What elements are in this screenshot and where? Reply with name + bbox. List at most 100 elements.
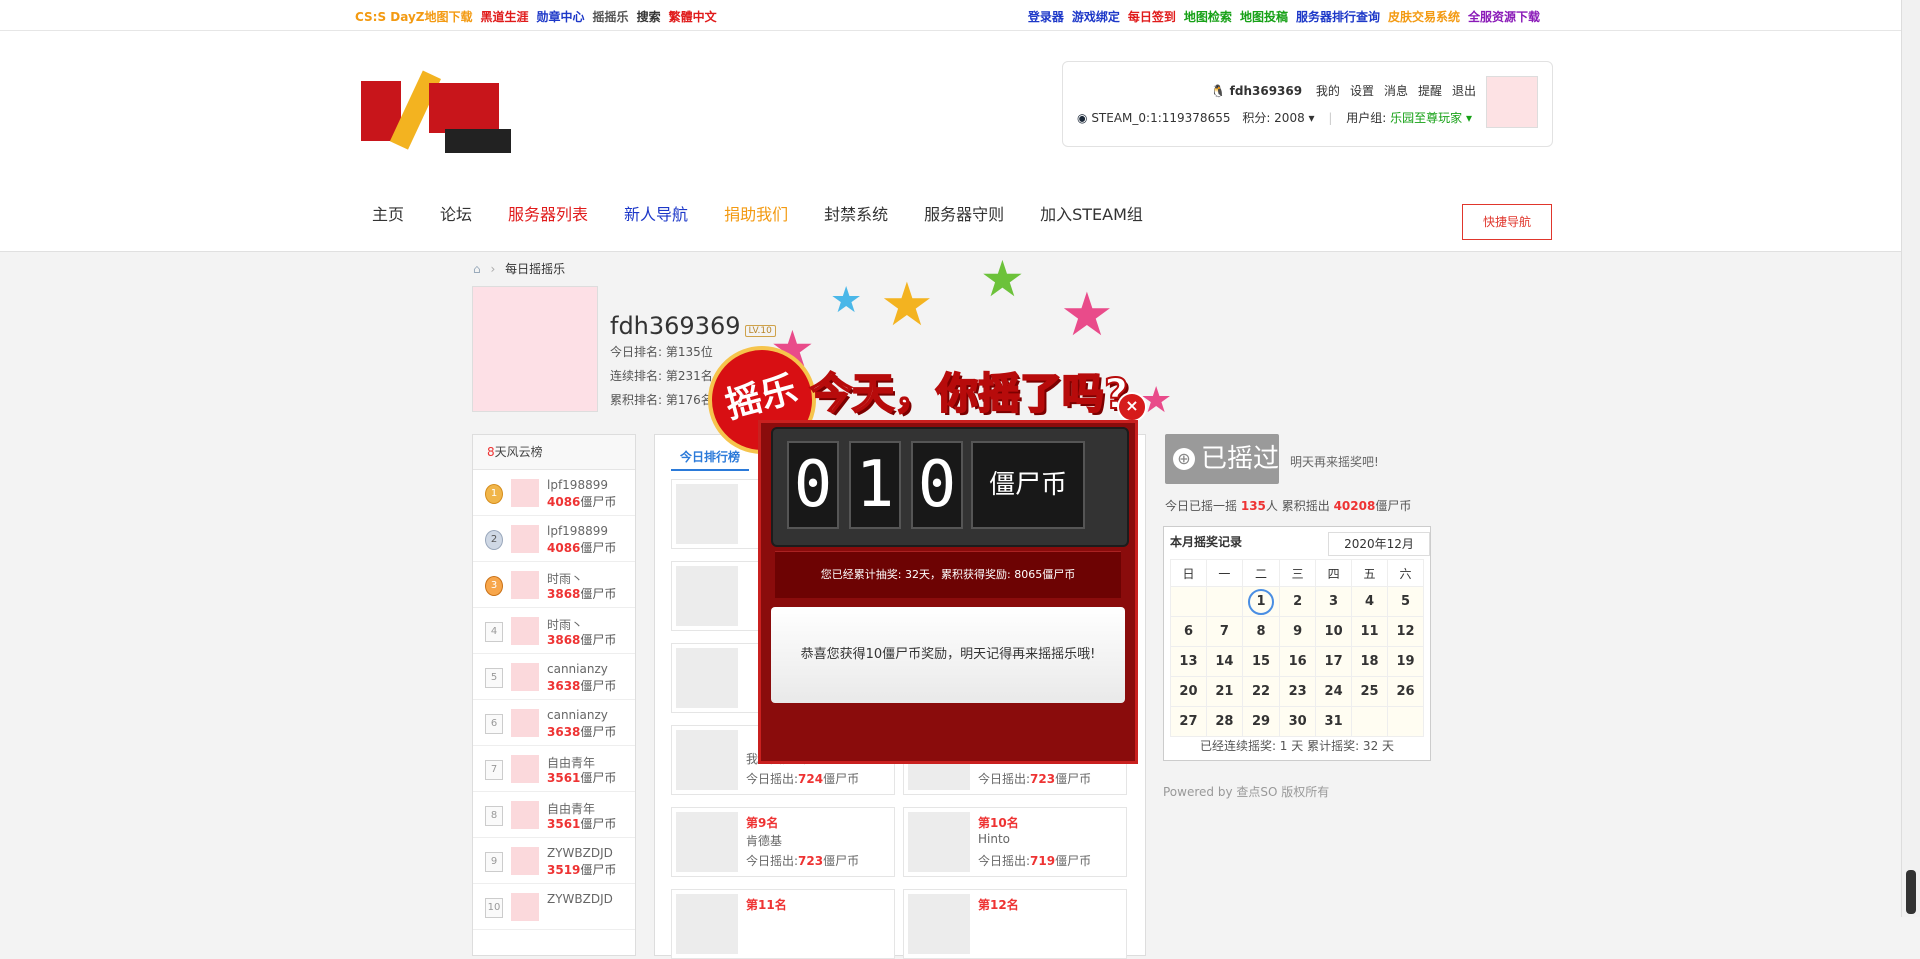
list-item[interactable]: 8 自由青年 3561僵尸币: [473, 792, 635, 838]
rank-value: 3561僵尸币: [547, 817, 617, 831]
ranking-title: 8天风云榜: [473, 435, 635, 470]
calendar-day: 10: [1315, 616, 1353, 647]
avatar: [511, 479, 539, 507]
today-marker: 1: [1248, 588, 1275, 615]
top-link[interactable]: 繁體中文: [669, 10, 717, 24]
top-link[interactable]: 搜索: [637, 10, 661, 24]
nav-item[interactable]: 捐助我们: [724, 201, 788, 225]
nav-item[interactable]: 论坛: [440, 201, 472, 225]
rank-name[interactable]: lpf198899: [547, 478, 608, 492]
top-link[interactable]: 每日签到: [1128, 10, 1176, 24]
calendar-day: 11: [1351, 616, 1388, 647]
rank-name[interactable]: ZYWBZDJD: [547, 892, 613, 906]
card-value: 今日摇出:719僵尸币: [978, 854, 1092, 868]
list-item[interactable]: 4 时雨丶 3868僵尸币: [473, 608, 635, 654]
rank-name[interactable]: ZYWBZDJD: [547, 846, 613, 860]
star-decor-icon: ★: [1060, 280, 1114, 350]
username-link[interactable]: fdh369369: [1230, 84, 1302, 98]
user-menu-row: 🐧 fdh369369 我的 设置 消息 提醒 退出: [1211, 82, 1476, 99]
user-menu-item[interactable]: 退出: [1452, 84, 1476, 98]
site-logo[interactable]: [355, 61, 515, 156]
list-item[interactable]: 5 cannianzy 3638僵尸币: [473, 654, 635, 700]
user-menu-item[interactable]: 我的: [1316, 84, 1340, 98]
top-link[interactable]: 摇摇乐: [593, 10, 629, 24]
lottery-summary: 您已经累计抽奖: 32天，累积获得奖励: 8065僵尸币: [775, 551, 1121, 598]
list-item[interactable]: 10 ZYWBZDJD: [473, 884, 635, 930]
nav-item[interactable]: 服务器列表: [508, 201, 588, 225]
rank-card[interactable]: 第12名: [903, 889, 1127, 959]
rank-badge: 3: [485, 576, 503, 596]
card-name[interactable]: 肯德基: [746, 832, 782, 849]
list-item[interactable]: 3 时雨丶 3868僵尸币: [473, 562, 635, 608]
nav-item[interactable]: 主页: [372, 201, 404, 225]
list-item[interactable]: 2 lpf198899 4086僵尸币: [473, 516, 635, 562]
rank-card[interactable]: 第11名: [671, 889, 895, 959]
scrollbar-thumb[interactable]: [1906, 870, 1916, 914]
rank-name[interactable]: cannianzy: [547, 662, 608, 676]
avatar: [511, 663, 539, 691]
calendar-day: 1: [1241, 586, 1281, 617]
rank-value: 3561僵尸币: [547, 771, 617, 785]
list-item[interactable]: 9 ZYWBZDJD 3519僵尸币: [473, 838, 635, 884]
rank-value: 3868僵尸币: [547, 633, 617, 647]
card-value: 今日摇出:723僵尸币: [978, 772, 1092, 786]
top-link[interactable]: 地图投稿: [1240, 10, 1288, 24]
avatar: [511, 571, 539, 599]
calendar-day: 21: [1205, 676, 1243, 707]
rank-card[interactable]: 第10名 Hinto 今日摇出:719僵尸币: [903, 807, 1127, 877]
rank-name[interactable]: cannianzy: [547, 708, 608, 722]
calendar-day: 31: [1315, 706, 1353, 737]
top-link[interactable]: 皮肤交易系统: [1388, 10, 1460, 24]
calendar-day: 9: [1279, 616, 1317, 647]
card-rank: 第10名: [978, 816, 1019, 830]
top-link[interactable]: 黑道生涯: [481, 10, 529, 24]
card-value: 今日摇出:723僵尸币: [746, 854, 860, 868]
user-menu: 我的 设置 消息 提醒 退出: [1306, 84, 1476, 98]
list-item[interactable]: 7 自由青年 3561僵尸币: [473, 746, 635, 792]
points-dropdown[interactable]: 积分: 2008 ▾: [1242, 111, 1314, 125]
come-back-tip: 明天再来摇奖吧!: [1290, 455, 1379, 469]
group-label: 用户组:: [1346, 111, 1387, 125]
top-link[interactable]: 服务器排行查询: [1296, 10, 1380, 24]
avatar: [511, 755, 539, 783]
rank-badge: 2: [485, 530, 503, 550]
user-info-row: ◉ STEAM_0:1:119378655 积分: 2008 ▾ | 用户组: …: [1077, 111, 1472, 125]
rank-badge: 7: [485, 760, 503, 780]
user-menu-item[interactable]: 提醒: [1418, 84, 1442, 98]
nav-item[interactable]: 加入STEAM组: [1040, 201, 1143, 225]
scrollbar[interactable]: [1901, 0, 1920, 917]
list-item[interactable]: 6 cannianzy 3638僵尸币: [473, 700, 635, 746]
rank-name[interactable]: lpf198899: [547, 524, 608, 538]
avatar[interactable]: [1486, 76, 1538, 128]
main-nav: 主页 论坛 服务器列表 新人导航 捐助我们 封禁系统 服务器守则 加入STEAM组: [355, 201, 1162, 233]
quick-nav-button[interactable]: 快捷导航: [1462, 204, 1552, 240]
nav-item[interactable]: 封禁系统: [824, 201, 888, 225]
rank-card[interactable]: 第9名 肯德基 今日摇出:723僵尸币: [671, 807, 895, 877]
top-link[interactable]: 游戏绑定: [1072, 10, 1120, 24]
top-link[interactable]: 全服资源下载: [1468, 10, 1540, 24]
breadcrumb-current[interactable]: 每日摇摇乐: [505, 262, 565, 276]
top-link[interactable]: CS:S DayZ地图下载: [355, 10, 473, 24]
group-dropdown[interactable]: 乐园至尊玩家 ▾: [1390, 111, 1472, 125]
list-item[interactable]: 1 lpf198899 4086僵尸币: [473, 470, 635, 516]
calendar-month: 2020年12月: [1328, 532, 1430, 556]
calendar-day: 8: [1241, 616, 1281, 647]
calendar-day: 4: [1351, 586, 1388, 617]
card-value: 今日摇出:724僵尸币: [746, 772, 860, 786]
coin-counter: 0 1 0 僵尸币: [771, 427, 1129, 547]
home-icon[interactable]: ⌂: [473, 262, 481, 276]
nav-item[interactable]: 服务器守则: [924, 201, 1004, 225]
top-link[interactable]: 勋章中心: [537, 10, 585, 24]
qq-icon: 🐧: [1210, 84, 1226, 98]
top-link[interactable]: 地图检索: [1184, 10, 1232, 24]
user-menu-item[interactable]: 消息: [1384, 84, 1408, 98]
close-icon[interactable]: ×: [1117, 392, 1147, 422]
card-name[interactable]: Hinto: [978, 832, 1010, 846]
calendar-day: 5: [1386, 586, 1425, 617]
calendar-day: 16: [1279, 646, 1317, 677]
star-decor-icon: ★: [830, 280, 863, 321]
top-link[interactable]: 登录器: [1028, 10, 1064, 24]
nav-item[interactable]: 新人导航: [624, 201, 688, 225]
top-bar: CS:S DayZ地图下载 黑道生涯 勋章中心 摇摇乐 搜索 繁體中文 登录器 游戏绑定 每日…: [0, 0, 1902, 31]
user-menu-item[interactable]: 设置: [1350, 84, 1374, 98]
